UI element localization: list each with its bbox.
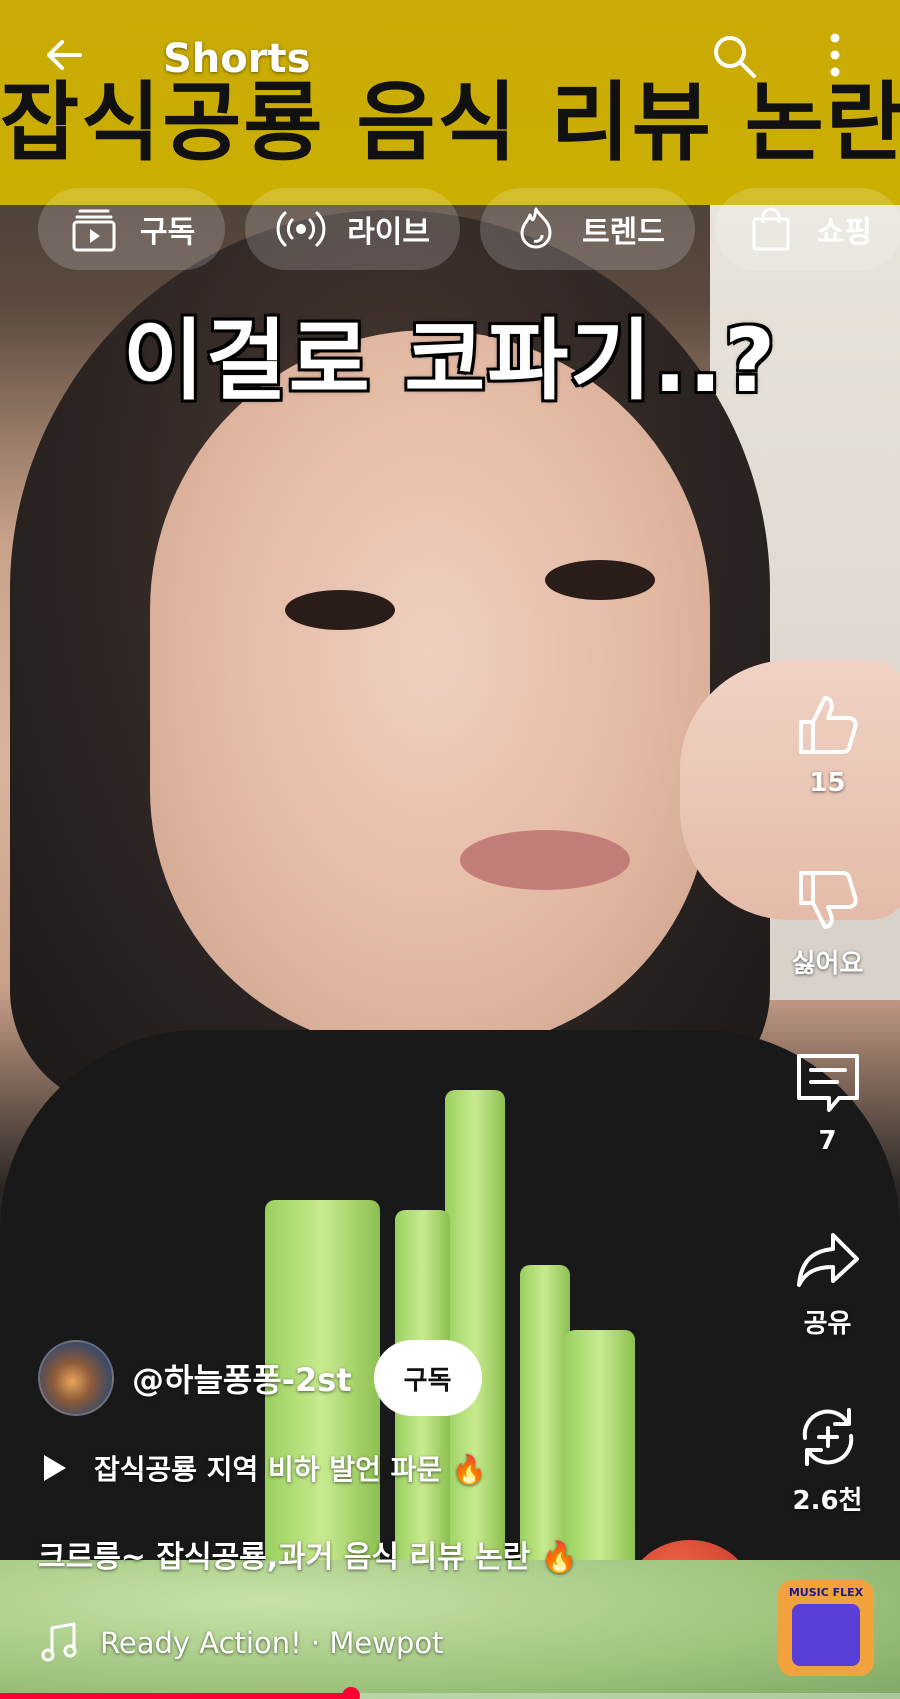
channel-handle[interactable]: @하늘퐁퐁-2st — [132, 1355, 352, 1401]
chip-label: 라이브 — [347, 215, 431, 250]
video-subject-eye-right — [545, 560, 655, 600]
music-flex-logo — [792, 1604, 860, 1666]
avatar[interactable] — [38, 1340, 114, 1416]
chip-live[interactable]: 라이브 — [245, 188, 461, 270]
category-chips: 구독 라이브 트렌드 쇼핑 — [38, 188, 900, 270]
video-caption: 이걸로 코파기..? — [121, 307, 778, 414]
back-button[interactable] — [40, 30, 90, 80]
subscribe-button[interactable]: 구독 — [373, 1340, 482, 1416]
chip-subscriptions[interactable]: 구독 — [38, 188, 226, 270]
chip-label: 트렌드 — [582, 215, 665, 250]
music-thumbnail[interactable]: MUSIC FLEX — [778, 1580, 874, 1676]
video-subject-lips — [460, 830, 630, 890]
channel-row: @하늘퐁퐁-2st 구독 — [38, 1340, 482, 1416]
comments-button[interactable]: 7 — [780, 1048, 875, 1156]
trending-icon — [510, 203, 562, 255]
search-icon — [714, 36, 756, 78]
subscriptions-icon — [68, 203, 120, 255]
more-vertical-icon — [830, 33, 840, 77]
related-video-title: 잡식공룡 지역 비하 발언 파문 🔥 — [94, 1453, 487, 1486]
chip-trending[interactable]: 트렌드 — [480, 188, 695, 270]
video-subject-face — [150, 330, 710, 1050]
music-track: Ready Action! · Mewpot — [100, 1626, 444, 1660]
progress-scrubber[interactable] — [342, 1687, 360, 1699]
chip-label: 구독 — [140, 215, 196, 250]
thumbs-up-icon — [798, 696, 858, 754]
share-icon — [796, 1233, 859, 1287]
chip-label: 쇼핑 — [816, 215, 873, 250]
shopping-bag-icon — [745, 203, 797, 255]
comment-icon — [796, 1054, 859, 1112]
music-note-icon — [41, 1622, 77, 1662]
video-description[interactable]: 크르릉~ 잡식공룡,과거 음식 리뷰 논란 🔥 — [38, 1532, 578, 1576]
dislike-label: 싫어요 — [791, 949, 864, 979]
remix-button[interactable]: 2.6천 — [780, 1402, 875, 1517]
play-icon — [44, 1455, 66, 1481]
share-label: 공유 — [803, 1309, 852, 1339]
like-count: 15 — [809, 768, 846, 798]
more-options-button[interactable] — [820, 30, 850, 82]
related-video-link[interactable]: 잡식공룡 지역 비하 발언 파문 🔥 — [42, 1448, 487, 1488]
live-icon — [275, 203, 327, 255]
chip-shopping[interactable]: 쇼핑 — [714, 188, 900, 270]
top-app-bar: Shorts — [0, 20, 900, 100]
dislike-button[interactable]: 싫어요 — [780, 865, 875, 980]
video-subject-eye-left — [285, 590, 395, 630]
like-button[interactable]: 15 — [780, 690, 875, 798]
arrow-left-icon — [47, 40, 82, 70]
share-button[interactable]: 공유 — [780, 1225, 875, 1340]
music-thumbnail-text: MUSIC FLEX — [788, 1586, 864, 1599]
search-button[interactable] — [708, 30, 760, 82]
comment-count: 7 — [818, 1126, 837, 1156]
progress-fill — [0, 1693, 351, 1699]
remix-count: 2.6천 — [792, 1486, 863, 1516]
thumbs-down-icon — [798, 871, 858, 929]
playback-progress-bar[interactable] — [0, 1687, 900, 1699]
music-link[interactable]: Ready Action! · Mewpot — [40, 1622, 443, 1664]
app-title: Shorts — [163, 36, 311, 82]
remix-icon — [802, 1408, 853, 1466]
